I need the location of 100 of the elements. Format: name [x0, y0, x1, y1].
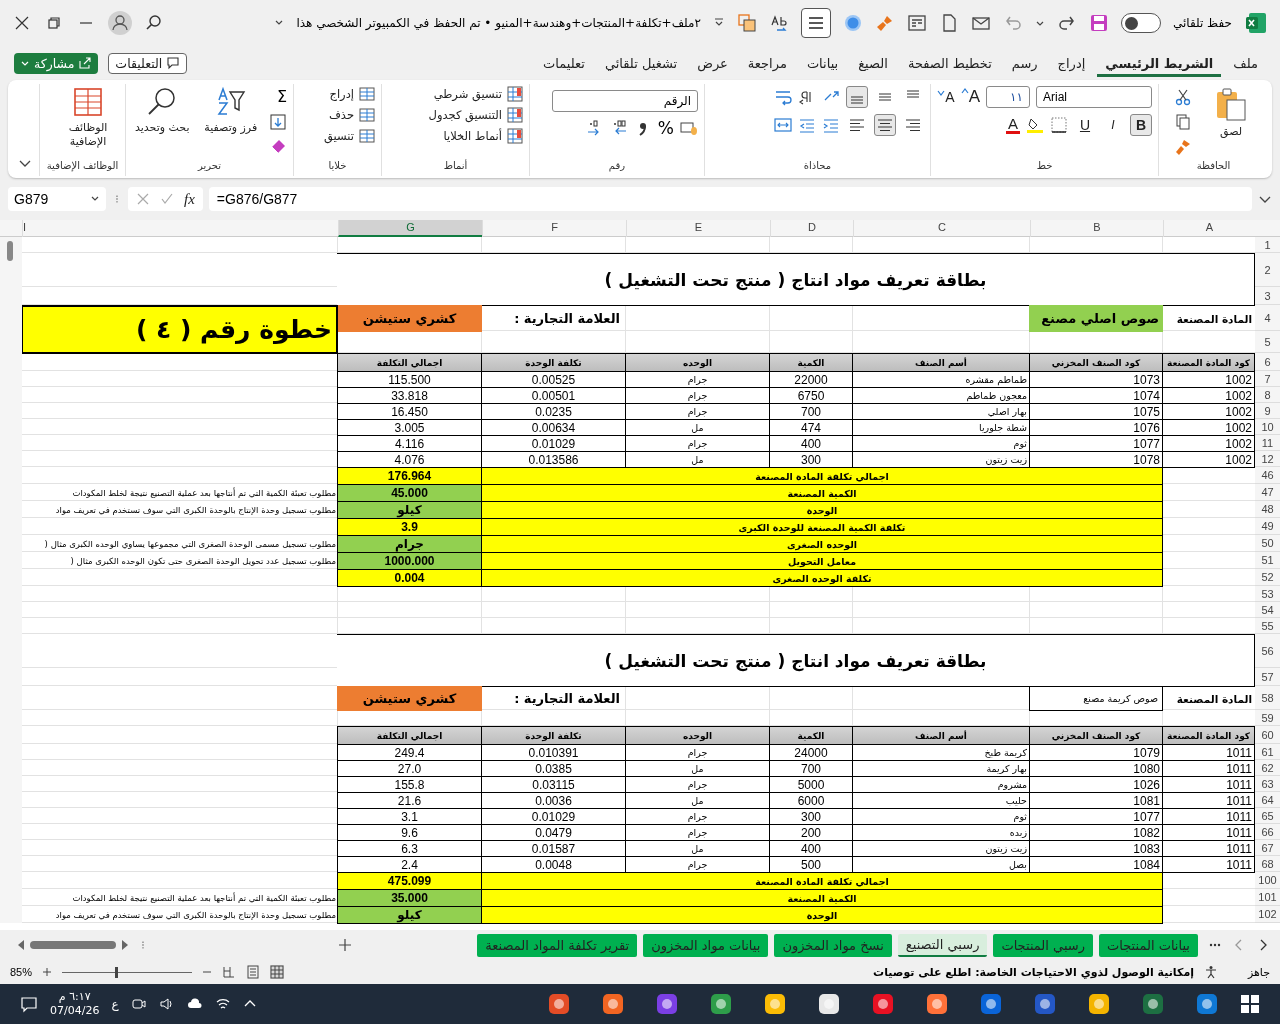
row-number[interactable]: 63 [1255, 776, 1280, 792]
check-icon[interactable] [160, 192, 174, 206]
row-number[interactable]: 58 [1255, 686, 1280, 710]
row-number[interactable]: 3 [1255, 287, 1280, 305]
column-header[interactable]: A [1163, 220, 1255, 237]
accessibility-status[interactable]: إمكانية الوصول لذوي الاحتياجات الخاصة: اطلع على توصيات [873, 965, 1194, 979]
sheet-tab[interactable]: رسبي التصنيع [897, 933, 988, 957]
sheet-tab[interactable]: بيانات مواد المخزون [643, 933, 769, 957]
ribbon-tab[interactable]: تخطيط الصفحة [899, 49, 1000, 77]
autosave-toggle[interactable] [1120, 13, 1161, 33]
font-size-field[interactable]: ١١ [986, 86, 1030, 108]
format-painter-icon[interactable] [1174, 138, 1192, 156]
row-number[interactable]: 61 [1255, 744, 1280, 760]
currency-icon[interactable] [680, 119, 698, 137]
normal-view-icon[interactable] [270, 965, 285, 979]
row-number[interactable]: 1 [1255, 237, 1280, 253]
row-number[interactable]: 66 [1255, 824, 1280, 840]
zoom-level[interactable]: 85% [10, 966, 33, 978]
ribbon-tab[interactable]: الشريط الرئيسي [1097, 49, 1222, 77]
app-icon[interactable] [709, 992, 733, 1016]
cells-menu-button[interactable]: حذف [328, 107, 375, 123]
app-icon[interactable] [547, 992, 571, 1016]
row-number[interactable]: 65 [1255, 808, 1280, 824]
row-number[interactable]: 54 [1255, 602, 1280, 618]
row-number[interactable]: 62 [1255, 760, 1280, 776]
sort-filter-button[interactable]: فرز وتصفية [200, 86, 261, 135]
row-number[interactable]: 101 [1255, 889, 1280, 906]
row-number[interactable]: 12 [1255, 451, 1280, 467]
sheet-tab[interactable]: تقرير تكلفة المواد المصنعة [477, 933, 638, 957]
form-icon[interactable] [906, 13, 927, 33]
sheet-tab[interactable]: نسخ مواد المخزون [774, 933, 892, 957]
notification-icon[interactable] [20, 995, 38, 1013]
app-icon[interactable] [979, 992, 1003, 1016]
row-number[interactable]: 57 [1255, 668, 1280, 686]
row-number[interactable]: 11 [1255, 435, 1280, 451]
row-number[interactable]: 50 [1255, 535, 1280, 552]
start-icon[interactable] [1240, 994, 1260, 1014]
number-format-field[interactable]: الرقم [552, 90, 698, 112]
scissors-icon[interactable] [1174, 88, 1192, 106]
circle-icon[interactable] [842, 13, 863, 33]
align-icon[interactable] [800, 8, 831, 38]
ribbon-tab[interactable]: تشغيل تلقائي [596, 49, 686, 77]
column-header[interactable]: G [338, 220, 482, 237]
app-icon[interactable] [817, 992, 841, 1016]
row-number[interactable]: 8 [1255, 387, 1280, 403]
app-icon[interactable] [925, 992, 949, 1016]
name-box[interactable]: G879 [8, 187, 106, 211]
file-name[interactable]: ٢ملف+تكلفة+المنتجات+وهندسة+المنيو • تم الحفظ في الكمبيوتر الشخصي هذا [296, 16, 701, 30]
app-icon[interactable] [871, 992, 895, 1016]
row-number[interactable]: 46 [1255, 467, 1280, 484]
styles-menu-button[interactable]: التنسيق كجدول [428, 107, 523, 123]
column-header[interactable]: E [626, 220, 770, 237]
ribbon-tab[interactable]: رسم [1003, 49, 1046, 77]
app-icon[interactable] [763, 992, 787, 1016]
row-number[interactable]: 10 [1255, 419, 1280, 435]
wrap-text-icon[interactable] [774, 88, 792, 106]
zoom-in-icon[interactable] [42, 967, 53, 977]
column-header[interactable]: I [22, 220, 338, 237]
column-header[interactable]: D [770, 220, 853, 237]
find-select-button[interactable]: بحث وتحديد [132, 86, 193, 135]
merge-center-icon[interactable] [774, 116, 792, 134]
page-break-view-icon[interactable] [222, 965, 237, 979]
bold-button[interactable]: B [1130, 114, 1152, 136]
styles-menu-button[interactable]: أنماط الخلايا [443, 128, 523, 144]
row-number[interactable]: 2 [1255, 253, 1280, 287]
row-number[interactable]: 53 [1255, 586, 1280, 602]
row-number[interactable]: 49 [1255, 518, 1280, 535]
spelling-icon[interactable] [768, 13, 789, 33]
row-number[interactable]: 56 [1255, 634, 1280, 668]
row-number[interactable]: 67 [1255, 840, 1280, 856]
speaker-icon[interactable] [158, 996, 175, 1012]
app-icon[interactable] [1195, 992, 1219, 1016]
row-number[interactable]: 102 [1255, 906, 1280, 923]
row-number[interactable]: 55 [1255, 618, 1280, 634]
comments-button[interactable]: التعليقات [108, 52, 188, 74]
row-number[interactable]: 4 [1255, 305, 1280, 331]
app-icon[interactable] [601, 992, 625, 1016]
row-number[interactable]: 60 [1255, 726, 1280, 744]
vertical-align-icon[interactable] [846, 86, 868, 108]
fill-color-icon[interactable] [1026, 116, 1044, 134]
font-name-field[interactable]: Arial [1036, 86, 1152, 108]
vertical-scrollbar[interactable] [0, 237, 22, 923]
percent-button[interactable]: % [657, 118, 674, 138]
ribbon-tab[interactable]: الصيغ [850, 49, 896, 77]
cells-menu-button[interactable]: إدراج [329, 86, 375, 102]
row-number[interactable]: 100 [1255, 872, 1280, 889]
camera-icon[interactable] [130, 996, 147, 1012]
insert-function-button[interactable]: fx [184, 190, 195, 208]
paste-button[interactable]: لصق [1200, 86, 1262, 139]
save-icon[interactable] [1088, 13, 1109, 33]
autosum-button[interactable]: Σ [269, 88, 287, 106]
sheet-tab[interactable]: بيانات المنتجات [1099, 933, 1198, 957]
italic-button[interactable]: I [1102, 114, 1124, 136]
ribbon-tab[interactable]: تعليمات [535, 49, 593, 77]
ribbon-tab[interactable]: بيانات [798, 49, 847, 77]
sheet-tab[interactable]: رسبي المنتجات [993, 933, 1093, 957]
underline-button[interactable]: U [1074, 114, 1096, 136]
borders-icon[interactable] [1050, 116, 1068, 134]
styles-menu-button[interactable]: تنسيق شرطي [433, 86, 523, 102]
ribbon-tab[interactable]: مراجعة [739, 49, 795, 77]
